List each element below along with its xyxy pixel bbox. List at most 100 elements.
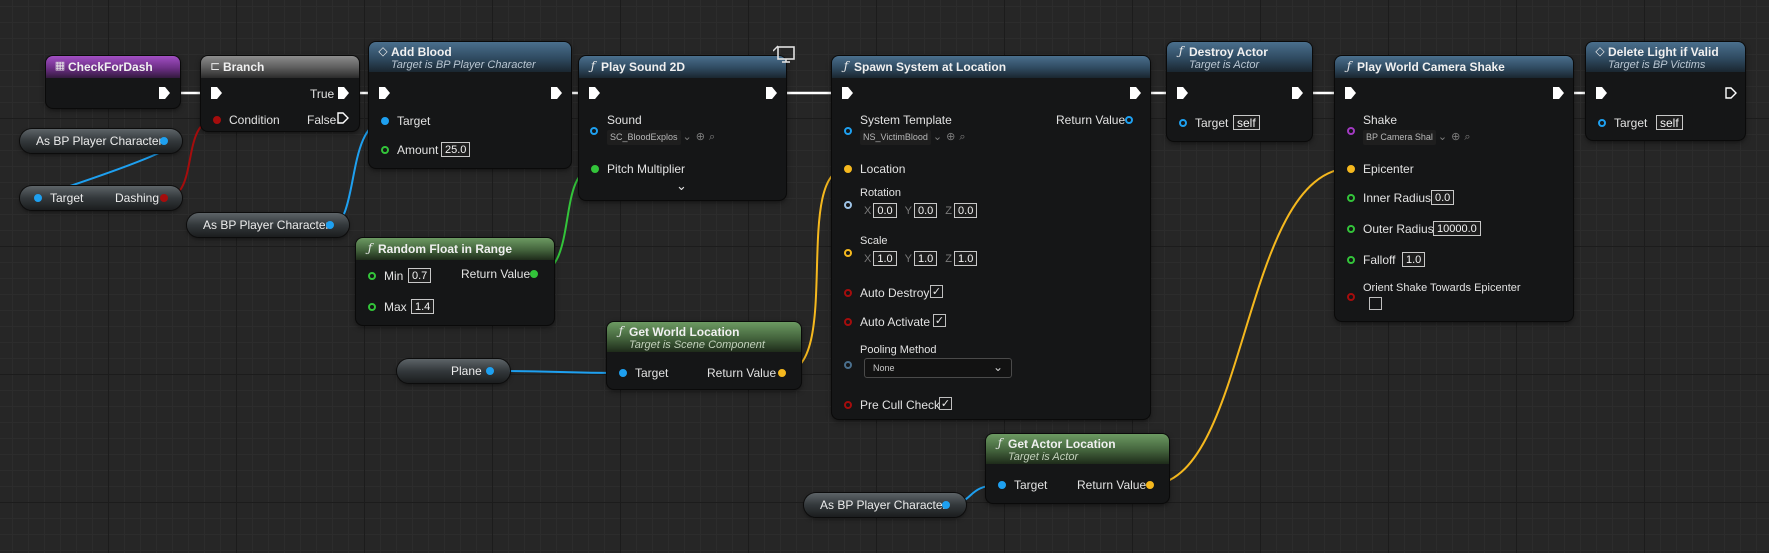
exec-out-pin[interactable] (551, 87, 562, 99)
scale-y-input[interactable]: 1.0 (913, 251, 938, 266)
system-template-picker[interactable]: NS_VictimBlood (860, 130, 931, 145)
get-actor-location-node[interactable]: ƒ Get Actor Location Target is Actor Tar… (986, 434, 1169, 503)
falloff-pin[interactable] (1347, 256, 1355, 264)
scale-pin[interactable] (844, 249, 852, 257)
target-pin[interactable] (1598, 119, 1606, 127)
as-bp-player-character-variable[interactable]: As BP Player Character (804, 493, 966, 517)
exec-out-pin[interactable] (766, 87, 777, 99)
chevron-down-icon[interactable]: ⌄ (1438, 131, 1447, 143)
as-bp-player-character-variable[interactable]: As BP Player Character (187, 213, 349, 237)
destroy-actor-node[interactable]: ƒ Destroy Actor Target is Actor Target s… (1167, 42, 1312, 141)
exec-out-pin[interactable] (1725, 87, 1737, 99)
rotation-pin[interactable] (844, 201, 852, 209)
exec-in-pin[interactable] (589, 87, 600, 99)
max-input[interactable]: 1.4 (411, 299, 435, 314)
auto-activate-pin[interactable] (844, 318, 852, 326)
falloff-input[interactable]: 1.0 (1402, 252, 1426, 267)
target-in-pin[interactable] (34, 194, 42, 202)
pooling-method-pin[interactable] (844, 361, 852, 369)
amount-pin[interactable] (381, 146, 389, 154)
inner-radius-input[interactable]: 0.0 (1431, 190, 1455, 205)
return-value-pin[interactable] (530, 270, 538, 278)
camera-shake-node[interactable]: ƒ Play World Camera Shake Shake BP Camer… (1335, 56, 1573, 321)
orient-shake-pin[interactable] (1347, 293, 1355, 301)
auto-destroy-pin[interactable] (844, 289, 852, 297)
pitch-multiplier-pin[interactable] (591, 165, 599, 173)
true-exec-pin[interactable] (338, 87, 349, 99)
exec-out-pin[interactable] (1130, 87, 1141, 99)
dashing-out-pin[interactable] (160, 194, 168, 202)
min-input[interactable]: 0.7 (408, 268, 432, 283)
orient-shake-checkbox[interactable] (1369, 297, 1382, 310)
target-pin[interactable] (1179, 119, 1187, 127)
browse-icon[interactable]: ⊕ (696, 131, 705, 143)
target-pin[interactable] (381, 117, 389, 125)
min-pin[interactable] (368, 272, 376, 280)
scale-z-input[interactable]: 1.0 (954, 251, 978, 266)
expand-chevron-icon[interactable]: ⌄ (676, 178, 687, 194)
chevron-down-icon[interactable]: ⌄ (933, 131, 942, 143)
spawn-system-node[interactable]: ƒ Spawn System at Location System Templa… (832, 56, 1150, 419)
browse-icon[interactable]: ⊕ (946, 131, 955, 143)
auto-destroy-checkbox[interactable]: ✓ (930, 285, 943, 298)
sound-pin[interactable] (590, 127, 598, 135)
variable-out-pin[interactable] (942, 501, 950, 509)
branch-node[interactable]: ⊏ Branch True Condition False (201, 56, 359, 131)
exec-out-pin[interactable] (1553, 87, 1564, 99)
scale-x-input[interactable]: 1.0 (873, 251, 897, 266)
exec-in-pin[interactable] (379, 87, 390, 99)
variable-out-pin[interactable] (486, 367, 494, 375)
pooling-method-value: None (873, 363, 895, 373)
play-sound-2d-node[interactable]: ƒ Play Sound 2D Sound SC_BloodExplos ⌄ ⊕ ⌕ … (579, 56, 786, 200)
auto-activate-checkbox[interactable]: ✓ (933, 314, 946, 327)
false-exec-pin[interactable] (337, 112, 349, 124)
exec-out-pin[interactable] (1292, 87, 1303, 99)
search-icon[interactable]: ⌕ (1464, 131, 1470, 143)
outer-radius-pin[interactable] (1347, 225, 1355, 233)
location-pin[interactable] (844, 165, 852, 173)
variable-out-pin[interactable] (326, 221, 334, 229)
target-pin[interactable] (619, 369, 627, 377)
inner-radius-pin[interactable] (1347, 194, 1355, 202)
shake-asset-picker[interactable]: BP Camera Shal (1363, 130, 1436, 145)
exec-in-pin[interactable] (842, 87, 853, 99)
chevron-down-icon[interactable]: ⌄ (683, 131, 692, 143)
pre-cull-check-pin[interactable] (844, 401, 852, 409)
rotation-x-input[interactable]: 0.0 (873, 203, 897, 218)
shake-pin[interactable] (1347, 127, 1355, 135)
amount-input[interactable]: 25.0 (441, 142, 471, 157)
rotation-y-input[interactable]: 0.0 (913, 203, 938, 218)
search-icon[interactable]: ⌕ (959, 131, 965, 143)
exec-in-pin[interactable] (1177, 87, 1188, 99)
exec-in-pin[interactable] (1596, 87, 1607, 99)
return-value-label: Return Value (707, 366, 777, 380)
return-value-pin[interactable] (778, 369, 786, 377)
get-world-location-node[interactable]: ƒ Get World Location Target is Scene Com… (607, 322, 801, 389)
plane-variable[interactable]: Plane (397, 359, 510, 383)
max-pin[interactable] (368, 303, 376, 311)
exec-in-pin[interactable] (1345, 87, 1356, 99)
condition-pin[interactable] (213, 116, 221, 124)
delete-light-node[interactable]: ◇ Delete Light if Valid Target is BP Vic… (1586, 42, 1745, 140)
outer-radius-input[interactable]: 10000.0 (1433, 221, 1481, 236)
pre-cull-check-checkbox[interactable]: ✓ (939, 397, 952, 410)
system-template-pin[interactable] (844, 127, 852, 135)
pooling-method-dropdown[interactable]: None ⌄ (864, 358, 1012, 378)
return-value-pin[interactable] (1125, 116, 1133, 124)
target-pin[interactable] (998, 481, 1006, 489)
exec-out-pin[interactable] (159, 87, 170, 99)
browse-icon[interactable]: ⊕ (1451, 131, 1460, 143)
exec-in-pin[interactable] (211, 87, 222, 99)
add-blood-node[interactable]: ◇ Add Blood Target is BP Player Characte… (369, 42, 571, 168)
variable-out-pin[interactable] (160, 137, 168, 145)
variable-label: As BP Player Character (36, 134, 163, 148)
rotation-z-input[interactable]: 0.0 (954, 203, 978, 218)
search-icon[interactable]: ⌕ (709, 131, 715, 143)
target-dashing-variable[interactable]: Target Dashing (20, 186, 182, 210)
return-value-pin[interactable] (1146, 481, 1154, 489)
epicenter-pin[interactable] (1347, 165, 1355, 173)
sound-asset-picker[interactable]: SC_BloodExplos (607, 130, 681, 145)
check-for-dash-node[interactable]: ▦ CheckForDash (46, 56, 180, 108)
random-float-node[interactable]: ƒ Random Float in Range Min 0.7 Return V… (356, 238, 554, 325)
as-bp-player-character-variable[interactable]: As BP Player Character (20, 129, 182, 153)
